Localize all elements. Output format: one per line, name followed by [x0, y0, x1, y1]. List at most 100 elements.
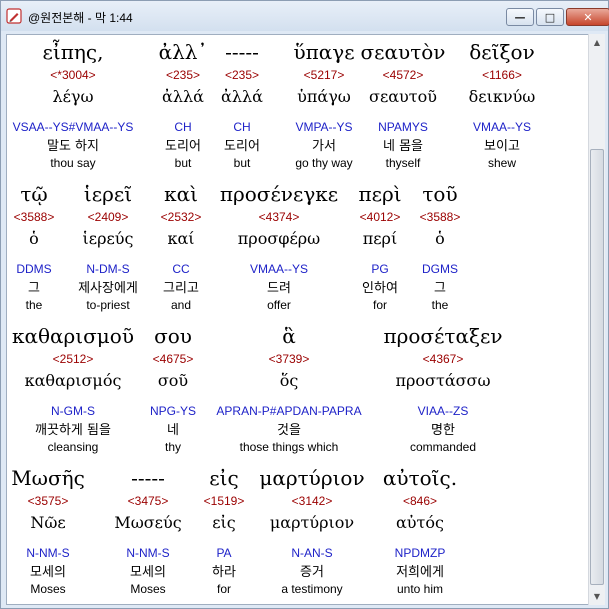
word-block[interactable]: δεῖξον <1166> δεικνύω VMAA--YS 보이고 shew: [459, 38, 545, 171]
word-block[interactable]: Μωσῆς <3575> Νῶε N-NM-S 모세의 Moses: [7, 464, 89, 597]
strong-number: <4374>: [258, 210, 300, 224]
english-gloss: unto him: [396, 582, 444, 596]
word-block[interactable]: προσέταξεν <4367> προστάσσω VIAA--ZS 명한 …: [375, 322, 511, 455]
word-block[interactable]: ἃ <3739> ὅς APRAN-P#APDAN-PAPRA 것을 those…: [207, 322, 371, 455]
greek-word: ἀλλ᾽: [158, 40, 208, 64]
lemma: σοῦ: [157, 371, 189, 390]
english-gloss: offer: [267, 298, 291, 312]
english-gloss: shew: [487, 156, 516, 170]
morph-code: CH: [233, 120, 251, 134]
korean-gloss: 말도 하지: [47, 139, 99, 154]
morph-code: APRAN-P#APDAN-PAPRA: [216, 404, 362, 418]
greek-word: δεῖξον: [469, 40, 535, 64]
window-title: @원전본해 - 막 1:44: [28, 11, 133, 25]
strong-number: <4367>: [422, 352, 464, 366]
title-bar[interactable]: @원전본해 - 막 1:44 — □ ✕: [1, 1, 609, 31]
word-block[interactable]: καὶ <2532> καί CC 그리고 and: [152, 180, 210, 313]
lemma: Μωσεύς: [114, 513, 182, 532]
word-block[interactable]: ἱερεῖ <2409> ἱερεύς N-DM-S 제사장에게 to-prie…: [63, 180, 153, 313]
word-block[interactable]: προσένεγκε <4374> προσφέρω VMAA--YS 드려 o…: [215, 180, 343, 313]
english-gloss: a testimony: [281, 582, 343, 596]
strong-number: <3142>: [291, 494, 333, 508]
scrollbar-thumb[interactable]: [590, 149, 604, 585]
strong-number: <1166>: [482, 68, 522, 82]
greek-word: εἶπης,: [42, 40, 104, 64]
lemma: εἰς: [212, 513, 236, 532]
lemma: Νῶε: [30, 513, 66, 532]
lemma: ὁ: [435, 229, 445, 248]
scroll-down-arrow-icon[interactable]: ▼: [590, 589, 604, 604]
word-block[interactable]: εἰς <1519> εἰς PA 하라 for: [195, 464, 253, 597]
morph-code: PG: [371, 262, 389, 276]
korean-gloss: 인하여: [362, 281, 398, 296]
word-block[interactable]: ἀλλ᾽ <235> ἀλλά CH 도리어 but: [148, 38, 218, 171]
strong-number: <2532>: [160, 210, 202, 224]
vertical-scrollbar[interactable]: ▲ ▼: [588, 34, 605, 605]
english-gloss: and: [170, 298, 192, 312]
english-gloss: cleansing: [47, 440, 99, 454]
strong-number: <235>: [224, 68, 260, 82]
word-block[interactable]: εἶπης, <*3004> λέγω VSAA--YS#VMAA--YS 말도…: [7, 38, 139, 171]
word-block[interactable]: τῷ <3588> ὁ DDMS 그 the: [7, 180, 61, 313]
strong-number: <3739>: [268, 352, 310, 366]
minimize-button[interactable]: —: [506, 8, 534, 26]
korean-gloss: 명한: [431, 423, 455, 438]
korean-gloss: 네: [167, 423, 179, 438]
word-block[interactable]: καθαρισμοῦ <2512> καθαρισμός N-GM-S 깨끗하게…: [7, 322, 139, 455]
word-block[interactable]: ----- <3475> Μωσεύς N-NM-S 모세의 Moses: [107, 464, 189, 597]
strong-number: <*3004>: [50, 68, 96, 82]
greek-word: τῷ: [20, 182, 48, 206]
korean-gloss: 깨끗하게 됨을: [35, 423, 111, 438]
morph-code: NPG-YS: [149, 404, 196, 418]
english-gloss: to-priest: [86, 298, 130, 312]
morph-code: VIAA--ZS: [417, 404, 469, 418]
lemma: καί: [167, 229, 195, 248]
greek-word: σου: [154, 324, 192, 348]
word-block[interactable]: τοῦ <3588> ὁ DGMS 그 the: [415, 180, 465, 313]
lemma: ὅς: [279, 371, 299, 390]
scroll-up-arrow-icon[interactable]: ▲: [590, 35, 604, 50]
word-block[interactable]: αὐτοῖς. <846> αὐτός NPDMZP 저희에게 unto him: [371, 464, 469, 597]
greek-word: σεαυτὸν: [360, 40, 446, 64]
greek-word: καθαρισμοῦ: [11, 324, 134, 348]
word-block[interactable]: μαρτύριον <3142> μαρτύριον N-AN-S 증거 a t…: [257, 464, 367, 597]
close-button[interactable]: ✕: [566, 8, 609, 26]
english-gloss: Moses: [30, 582, 66, 596]
korean-gloss: 드려: [267, 281, 291, 296]
minimize-icon: —: [514, 10, 526, 24]
lemma: ἱερεύς: [82, 229, 134, 248]
lemma: μαρτύριον: [269, 513, 355, 532]
strong-number: <4675>: [152, 352, 194, 366]
morph-code: N-NM-S: [26, 546, 70, 560]
greek-word: -----: [225, 40, 259, 64]
korean-gloss: 도리어: [165, 139, 201, 154]
lemma: προστάσσω: [395, 371, 491, 390]
lemma: ὁ: [29, 229, 39, 248]
interlinear-pane[interactable]: εἶπης, <*3004> λέγω VSAA--YS#VMAA--YS 말도…: [6, 34, 589, 605]
korean-gloss: 하라: [212, 565, 236, 580]
word-block[interactable]: σεαυτὸν <4572> σεαυτοῦ NPAMYS 네 몸을 thyse…: [357, 38, 449, 171]
lemma: προσφέρω: [237, 229, 321, 248]
greek-word: Μωσῆς: [11, 466, 85, 490]
english-gloss: thyself: [385, 156, 421, 170]
english-gloss: the: [431, 298, 449, 312]
korean-gloss: 제사장에게: [78, 281, 138, 296]
lemma: περί: [362, 229, 398, 248]
lemma: ἀλλά: [162, 87, 204, 106]
lemma: καθαρισμός: [24, 371, 122, 390]
word-block[interactable]: σου <4675> σοῦ NPG-YS 네 thy: [143, 322, 203, 455]
morph-code: VSAA--YS#VMAA--YS: [12, 120, 134, 134]
morph-code: N-GM-S: [51, 404, 95, 418]
korean-gloss: 모세의: [130, 565, 166, 580]
english-gloss: for: [216, 582, 231, 596]
close-icon: ✕: [583, 10, 593, 24]
word-block[interactable]: περὶ <4012> περί PG 인하여 for: [351, 180, 409, 313]
maximize-button[interactable]: □: [536, 8, 564, 26]
korean-gloss: 그: [434, 281, 446, 296]
word-block[interactable]: ----- <235> ἀλλά CH 도리어 but: [210, 38, 274, 171]
morph-code: CH: [174, 120, 192, 134]
morph-code: N-NM-S: [126, 546, 170, 560]
korean-gloss: 모세의: [30, 565, 66, 580]
strong-number: <4572>: [382, 68, 424, 82]
english-gloss: thou say: [50, 156, 96, 170]
